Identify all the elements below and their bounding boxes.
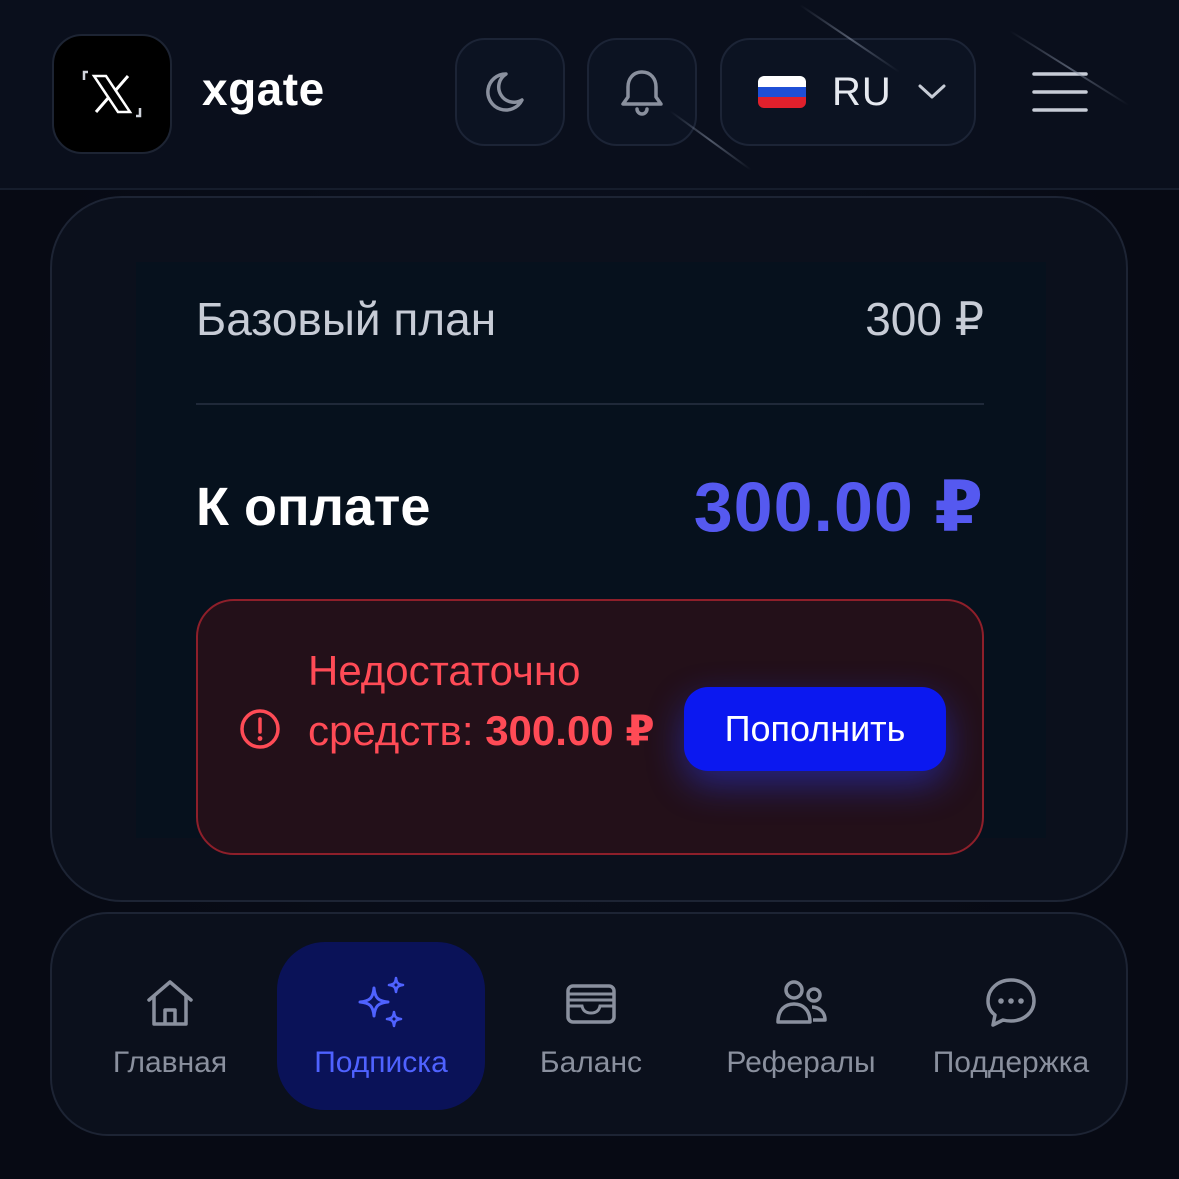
language-selector[interactable]: RU	[720, 38, 976, 146]
plan-price: 300 ₽	[865, 293, 984, 345]
chat-icon	[982, 974, 1040, 1032]
language-code: RU	[832, 69, 892, 114]
notifications-button[interactable]	[587, 38, 697, 146]
home-icon	[141, 974, 199, 1032]
top-header: xgate RU	[0, 0, 1179, 190]
russian-flag-icon	[758, 76, 806, 108]
alert-amount: 300.00 ₽	[485, 707, 655, 754]
alert-circle-icon	[240, 709, 280, 749]
nav-label: Рефералы	[726, 1046, 876, 1079]
brand-name: xgate	[202, 63, 325, 115]
nav-label: Подписка	[314, 1046, 448, 1079]
x-logo-icon	[82, 70, 142, 118]
logo[interactable]	[52, 34, 172, 154]
bell-icon	[621, 70, 663, 116]
nav-item-referrals[interactable]: Рефералы	[697, 942, 905, 1110]
theme-toggle-button[interactable]	[455, 38, 565, 146]
insufficient-funds-alert: Недостаточно средств: 300.00 ₽ Пополнить	[196, 599, 984, 855]
users-icon	[772, 974, 830, 1032]
plan-name: Базовый план	[196, 293, 497, 345]
nav-label: Поддержка	[932, 1046, 1090, 1079]
chevron-down-icon	[916, 82, 948, 102]
divider	[196, 403, 984, 405]
bottom-navigation: Главная Подписка Баланс Рефералы Поддерж…	[50, 912, 1128, 1136]
payment-label: К оплате	[196, 477, 431, 537]
payment-amount: 300.00 ₽	[693, 468, 984, 546]
nav-item-subscription[interactable]: Подписка	[277, 942, 485, 1110]
wallet-icon	[562, 974, 620, 1032]
nav-label: Главная	[112, 1046, 228, 1079]
moon-icon	[486, 72, 524, 112]
plan-row: Базовый план 300 ₽	[196, 292, 984, 346]
nav-item-home[interactable]: Главная	[66, 942, 274, 1110]
nav-item-balance[interactable]: Баланс	[487, 942, 695, 1110]
nav-label: Баланс	[539, 1046, 643, 1079]
top-up-button[interactable]: Пополнить	[684, 687, 946, 771]
alert-message: Недостаточно средств: 300.00 ₽	[308, 641, 658, 761]
payment-row: К оплате 300.00 ₽	[196, 466, 984, 548]
sparkles-icon	[352, 974, 410, 1032]
nav-item-support[interactable]: Поддержка	[907, 942, 1115, 1110]
